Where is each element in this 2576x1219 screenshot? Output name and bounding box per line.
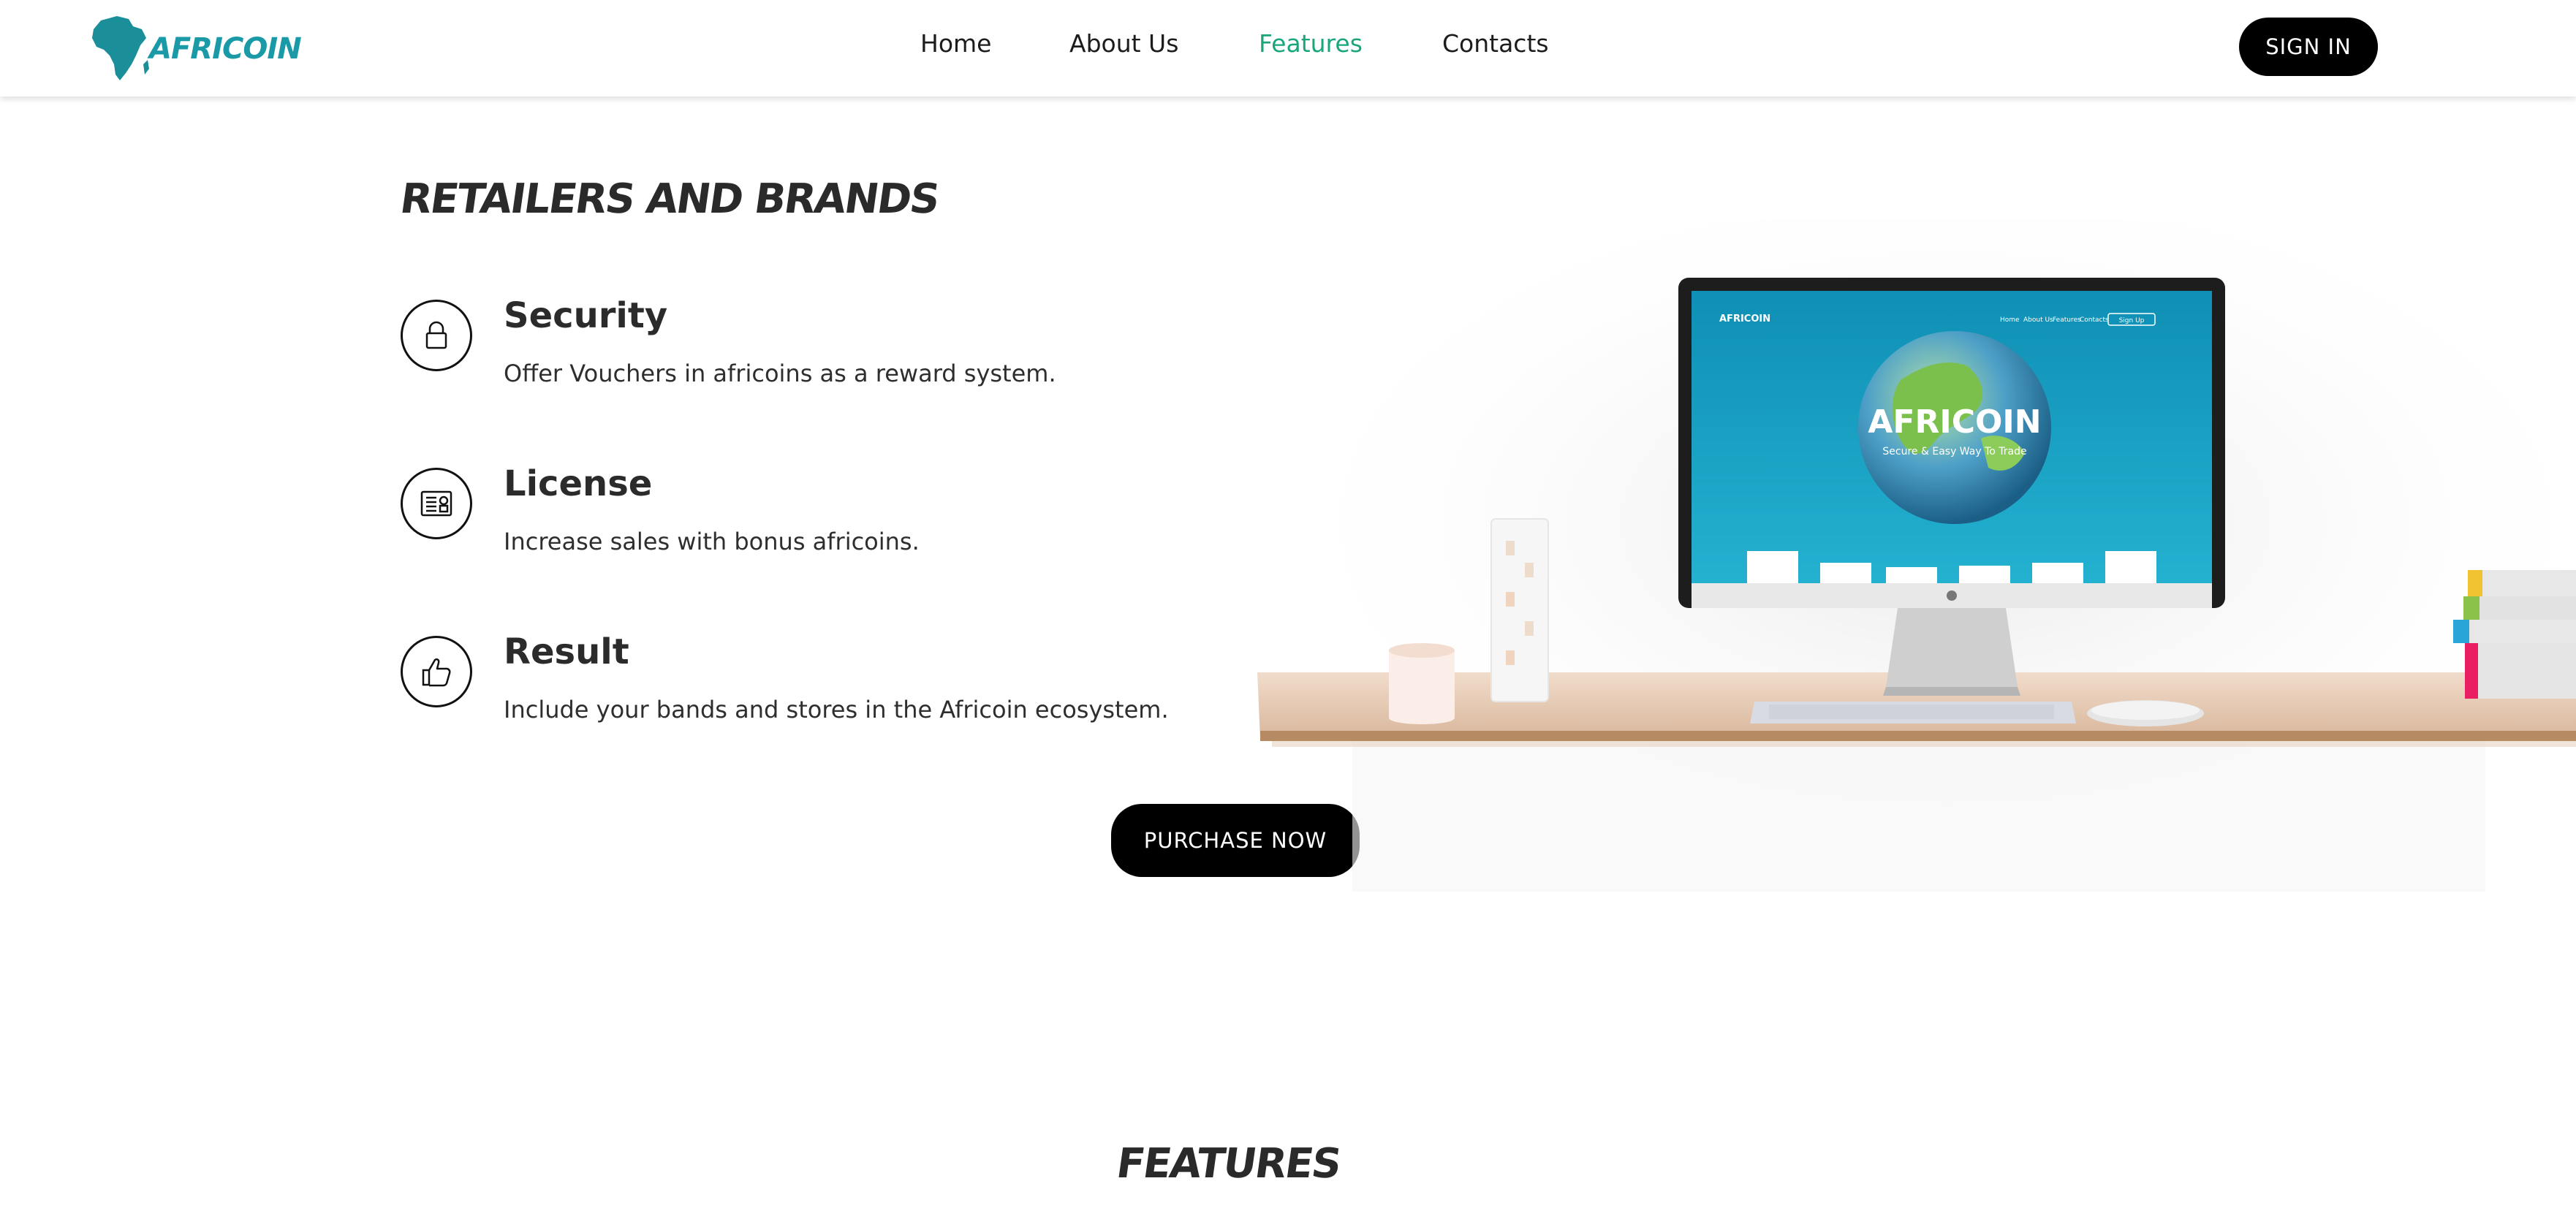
- feature-title: License: [504, 463, 653, 504]
- feature-title: Security: [504, 295, 668, 336]
- nav-about-us[interactable]: About Us: [1069, 29, 1178, 58]
- feature-item-license: License Increase sales with bonus africo…: [401, 463, 1278, 585]
- lock-icon: [401, 300, 472, 371]
- screen-nav-item: Features: [2053, 316, 2081, 324]
- sign-in-button[interactable]: SIGN IN: [2239, 18, 2378, 76]
- thumbs-up-icon: [401, 636, 472, 707]
- top-navbar: AFRICOIN Home About Us Features Contacts…: [0, 0, 2576, 96]
- screen-mini-logo: AFRICOIN: [1719, 314, 1770, 324]
- screen-nav-signup: Sign Up: [2119, 317, 2145, 324]
- screen-tagline: Secure & Easy Way To Trade: [1882, 446, 2026, 457]
- desk-illustration: AFRICOIN Secure & Easy Way To Trade AFRI…: [1243, 219, 2576, 892]
- feature-description: Increase sales with bonus africoins.: [504, 528, 920, 555]
- nav-features[interactable]: Features: [1259, 29, 1363, 58]
- africa-map-icon: [92, 16, 149, 80]
- logo-text: AFRICOIN: [149, 32, 302, 66]
- features-section-title: FEATURES: [1113, 1140, 1344, 1188]
- africoin-logo[interactable]: AFRICOIN: [88, 13, 307, 86]
- feature-item-result: Result Include your bands and stores in …: [401, 631, 1278, 753]
- screen-nav-item: Contacts: [2080, 316, 2109, 324]
- license-icon: [401, 468, 472, 539]
- feature-description: Include your bands and stores in the Afr…: [504, 696, 1169, 724]
- screen-nav-item: About Us: [2023, 316, 2053, 324]
- nav-home[interactable]: Home: [920, 29, 991, 58]
- section-title: RETAILERS AND BRANDS: [397, 175, 942, 223]
- feature-description: Offer Vouchers in africoins as a reward …: [504, 360, 1056, 387]
- feature-title: Result: [504, 631, 629, 672]
- feature-item-security: Security Offer Vouchers in africoins as …: [401, 295, 1278, 417]
- screen-logo: AFRICOIN: [1868, 403, 2041, 441]
- nav-contacts[interactable]: Contacts: [1442, 29, 1549, 58]
- screen-nav-item: Home: [2000, 316, 2020, 324]
